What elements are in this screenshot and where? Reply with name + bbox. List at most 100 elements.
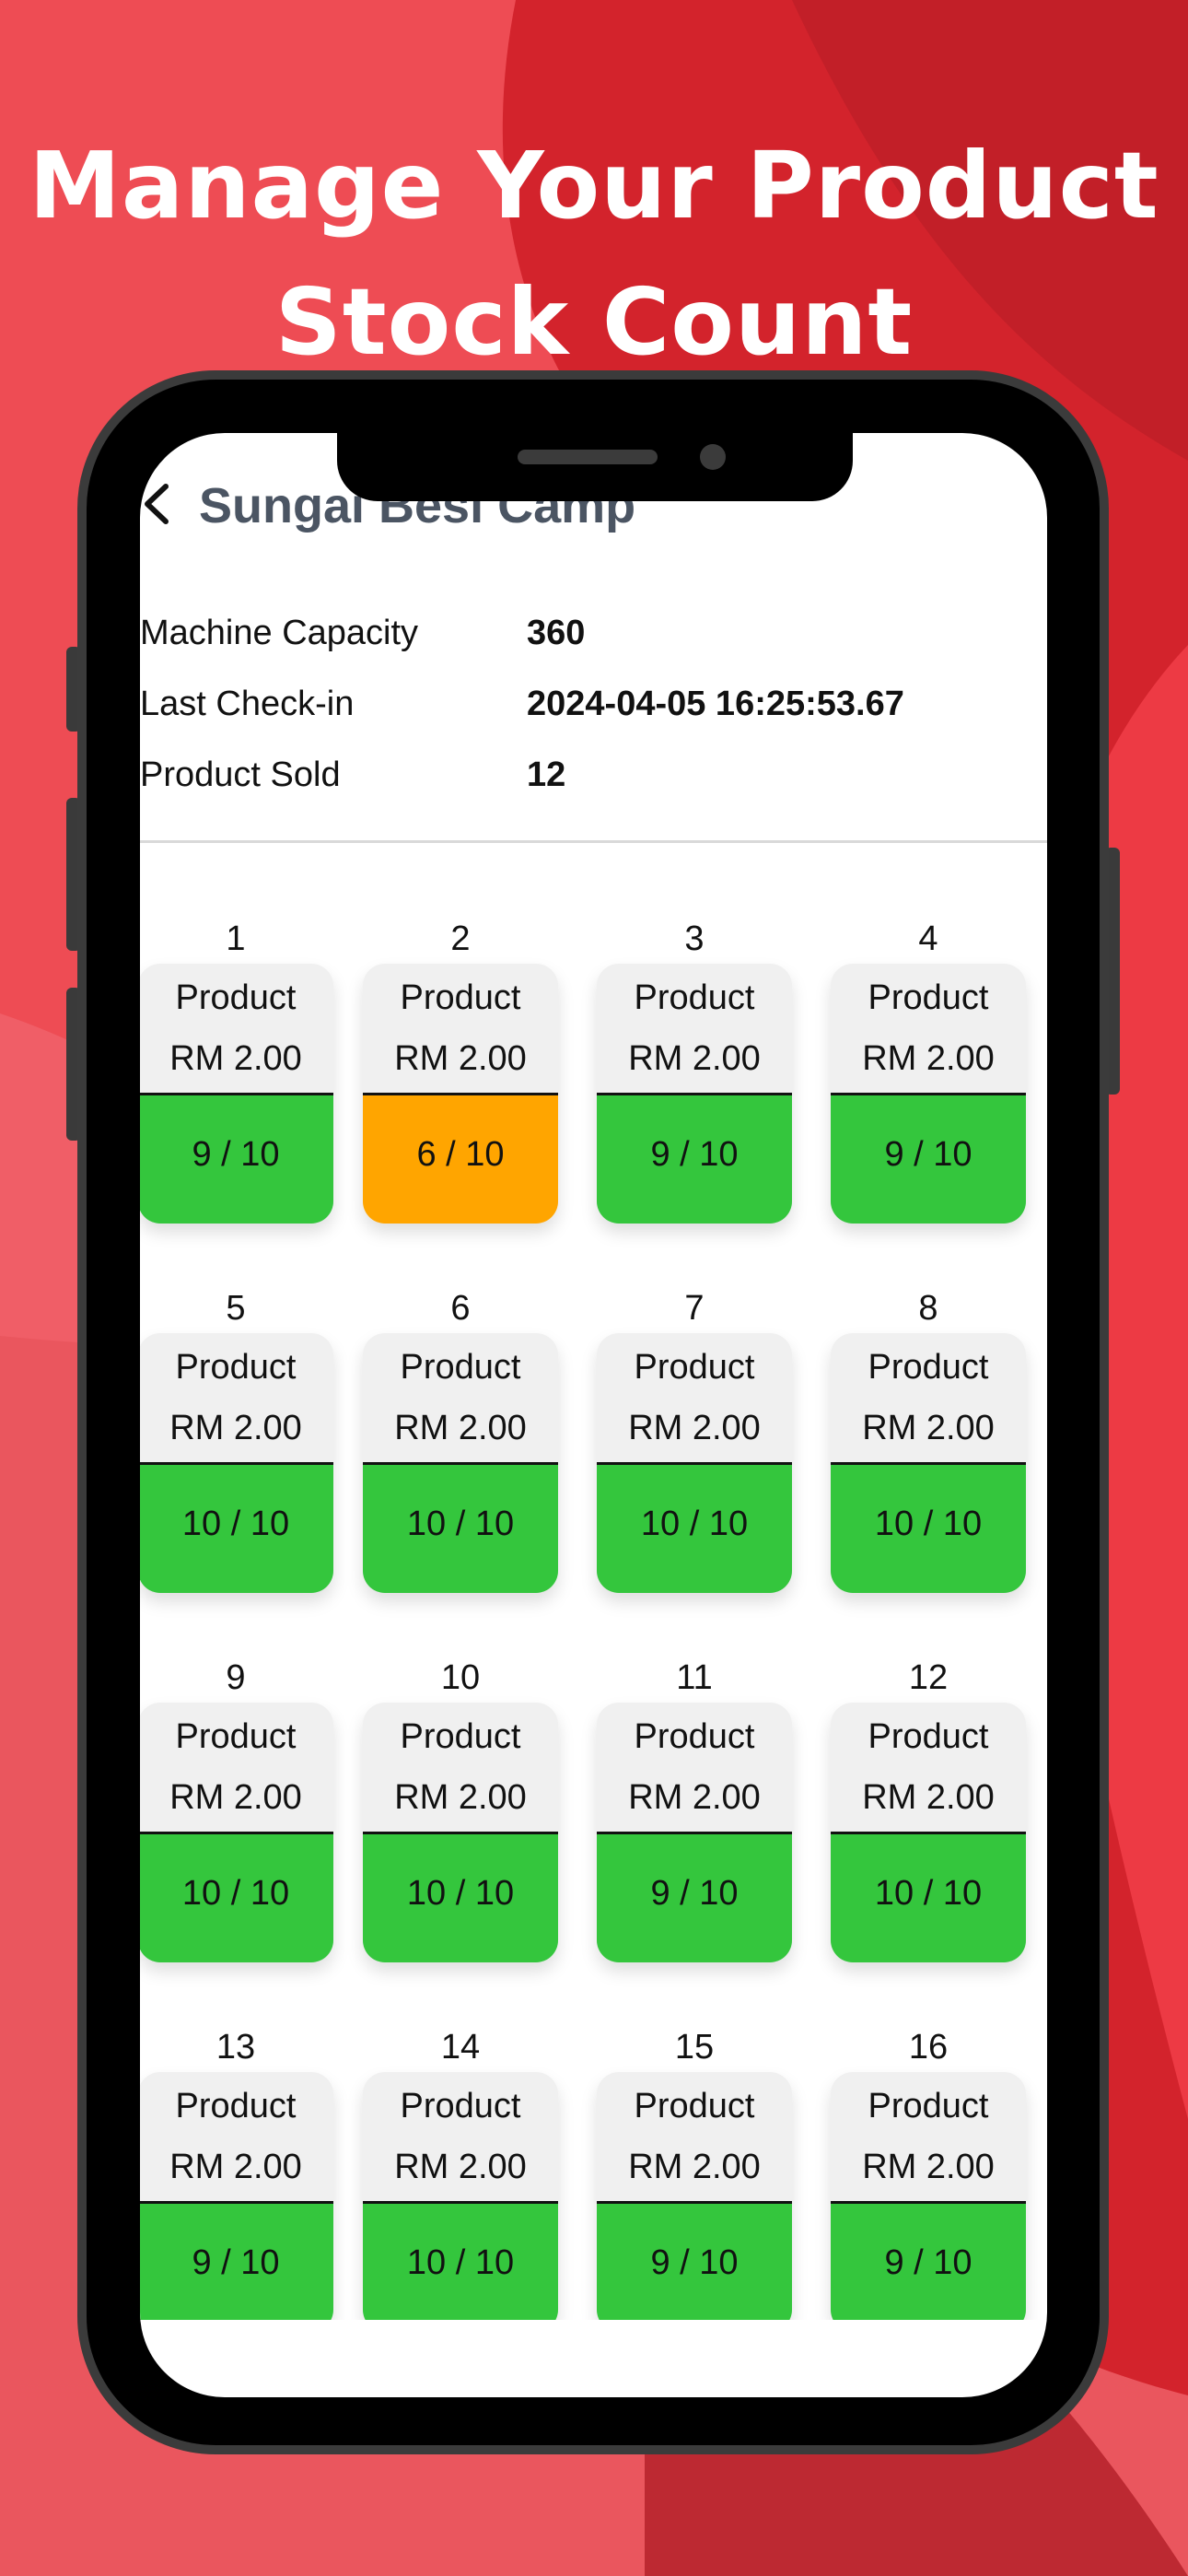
stock-count-badge: 10 / 10: [363, 2201, 558, 2320]
product-card[interactable]: Product RM 2.00 9 / 10: [831, 2072, 1026, 2320]
stock-count-badge: 10 / 10: [363, 1832, 558, 1962]
stock-count-badge: 10 / 10: [597, 1462, 792, 1593]
slot-number: 4: [918, 919, 938, 958]
product-name: Product: [400, 1348, 521, 1387]
slot-number: 5: [226, 1289, 246, 1328]
product-card[interactable]: Product RM 2.00 10 / 10: [140, 1333, 333, 1593]
slot-1: 1 Product RM 2.00 9 / 10: [140, 919, 333, 1270]
product-name: Product: [634, 1717, 755, 1756]
slot-number: 10: [440, 1658, 481, 1697]
slot-number: 3: [684, 919, 705, 958]
product-price: RM 2.00: [628, 1778, 761, 1817]
stock-count-badge: 10 / 10: [140, 1832, 333, 1962]
product-price: RM 2.00: [862, 1778, 995, 1817]
stock-count-badge: 9 / 10: [597, 1093, 792, 1224]
product-name: Product: [868, 978, 989, 1017]
slot-number: 9: [226, 1658, 246, 1697]
product-card[interactable]: Product RM 2.00 10 / 10: [363, 2072, 558, 2320]
product-card[interactable]: Product RM 2.00 9 / 10: [140, 964, 333, 1224]
product-price: RM 2.00: [169, 1778, 302, 1817]
chevron-left-icon[interactable]: [140, 481, 171, 527]
product-price: RM 2.00: [862, 2148, 995, 2186]
phone-notch: [337, 424, 853, 501]
stock-count-badge: 6 / 10: [363, 1093, 558, 1224]
product-name: Product: [400, 2087, 521, 2125]
slot-number: 7: [684, 1289, 705, 1328]
product-card[interactable]: Product RM 2.00 10 / 10: [363, 1333, 558, 1593]
speaker-grille: [518, 450, 658, 464]
product-name: Product: [634, 2087, 755, 2125]
slot-15: 15 Product RM 2.00 9 / 10: [597, 2028, 792, 2320]
product-card[interactable]: Product RM 2.00 10 / 10: [140, 1703, 333, 1962]
stock-count-badge: 9 / 10: [831, 2201, 1026, 2320]
product-card[interactable]: Product RM 2.00 10 / 10: [597, 1333, 792, 1593]
product-card[interactable]: Product RM 2.00 10 / 10: [363, 1703, 558, 1962]
info-row-last-check-in: Last Check-in 2024-04-05 16:25:53.67: [140, 685, 1047, 731]
stock-count-badge: 9 / 10: [140, 1093, 333, 1224]
headline-line-1: Manage Your Product: [29, 132, 1159, 240]
product-card[interactable]: Product RM 2.00 9 / 10: [597, 2072, 792, 2320]
product-card[interactable]: Product RM 2.00 9 / 10: [597, 1703, 792, 1962]
product-price: RM 2.00: [862, 1039, 995, 1078]
info-row-machine-capacity: Machine Capacity 360: [140, 614, 1047, 660]
slot-9: 9 Product RM 2.00 10 / 10: [140, 1658, 333, 2008]
product-card[interactable]: Product RM 2.00 10 / 10: [831, 1333, 1026, 1593]
product-card[interactable]: Product RM 2.00 10 / 10: [831, 1703, 1026, 1962]
product-name: Product: [634, 1348, 755, 1387]
product-name: Product: [634, 978, 755, 1017]
product-price: RM 2.00: [628, 2148, 761, 2186]
slot-number: 13: [215, 2028, 256, 2067]
product-card[interactable]: Product RM 2.00 9 / 10: [597, 964, 792, 1224]
info-value: 2024-04-05 16:25:53.67: [527, 685, 904, 723]
slot-16: 16 Product RM 2.00 9 / 10: [831, 2028, 1026, 2320]
product-price: RM 2.00: [628, 1039, 761, 1078]
product-name: Product: [868, 1717, 989, 1756]
phone-screen: Sungai Besi Camp Machine Capacity 360 La…: [140, 433, 1047, 2397]
product-price: RM 2.00: [394, 1039, 527, 1078]
product-card[interactable]: Product RM 2.00 9 / 10: [140, 2072, 333, 2320]
slot-13: 13 Product RM 2.00 9 / 10: [140, 2028, 333, 2320]
slot-number: 16: [908, 2028, 949, 2067]
product-price: RM 2.00: [394, 2148, 527, 2186]
slot-2: 2 Product RM 2.00 6 / 10: [363, 919, 558, 1270]
product-price: RM 2.00: [628, 1409, 761, 1447]
product-card[interactable]: Product RM 2.00 9 / 10: [831, 964, 1026, 1224]
product-name: Product: [175, 978, 297, 1017]
front-camera: [700, 444, 726, 470]
stock-count-badge: 9 / 10: [597, 1832, 792, 1962]
slot-4: 4 Product RM 2.00 9 / 10: [831, 919, 1026, 1270]
product-card[interactable]: Product RM 2.00 6 / 10: [363, 964, 558, 1224]
product-price: RM 2.00: [169, 2148, 302, 2186]
info-value: 12: [527, 755, 566, 794]
slot-number: 15: [674, 2028, 715, 2067]
slot-10: 10 Product RM 2.00 10 / 10: [363, 1658, 558, 2008]
slot-3: 3 Product RM 2.00 9 / 10: [597, 919, 792, 1270]
slot-number: 6: [450, 1289, 471, 1328]
stock-count-badge: 9 / 10: [140, 2201, 333, 2320]
product-name: Product: [175, 2087, 297, 2125]
stock-count-badge: 9 / 10: [597, 2201, 792, 2320]
slot-11: 11 Product RM 2.00 9 / 10: [597, 1658, 792, 2008]
product-price: RM 2.00: [394, 1409, 527, 1447]
slot-number: 12: [908, 1658, 949, 1697]
slot-number: 11: [676, 1658, 713, 1697]
product-price: RM 2.00: [169, 1039, 302, 1078]
stock-count-badge: 10 / 10: [363, 1462, 558, 1593]
info-label: Machine Capacity: [140, 614, 419, 652]
slot-number: 2: [450, 919, 471, 958]
product-name: Product: [868, 2087, 989, 2125]
product-name: Product: [400, 978, 521, 1017]
slot-6: 6 Product RM 2.00 10 / 10: [363, 1289, 558, 1639]
slot-number: 8: [918, 1289, 938, 1328]
stock-count-badge: 9 / 10: [831, 1093, 1026, 1224]
slot-12: 12 Product RM 2.00 10 / 10: [831, 1658, 1026, 2008]
slot-number: 1: [226, 919, 246, 958]
marketing-headline: Manage Your Product Stock Count: [0, 118, 1188, 391]
slot-7: 7 Product RM 2.00 10 / 10: [597, 1289, 792, 1639]
product-name: Product: [868, 1348, 989, 1387]
slot-number: 14: [440, 2028, 481, 2067]
slot-grid: 1 Product RM 2.00 9 / 10 2 Product RM 2.00 6 / …: [140, 919, 1047, 2320]
product-price: RM 2.00: [169, 1409, 302, 1447]
product-name: Product: [175, 1348, 297, 1387]
info-label: Last Check-in: [140, 685, 355, 723]
